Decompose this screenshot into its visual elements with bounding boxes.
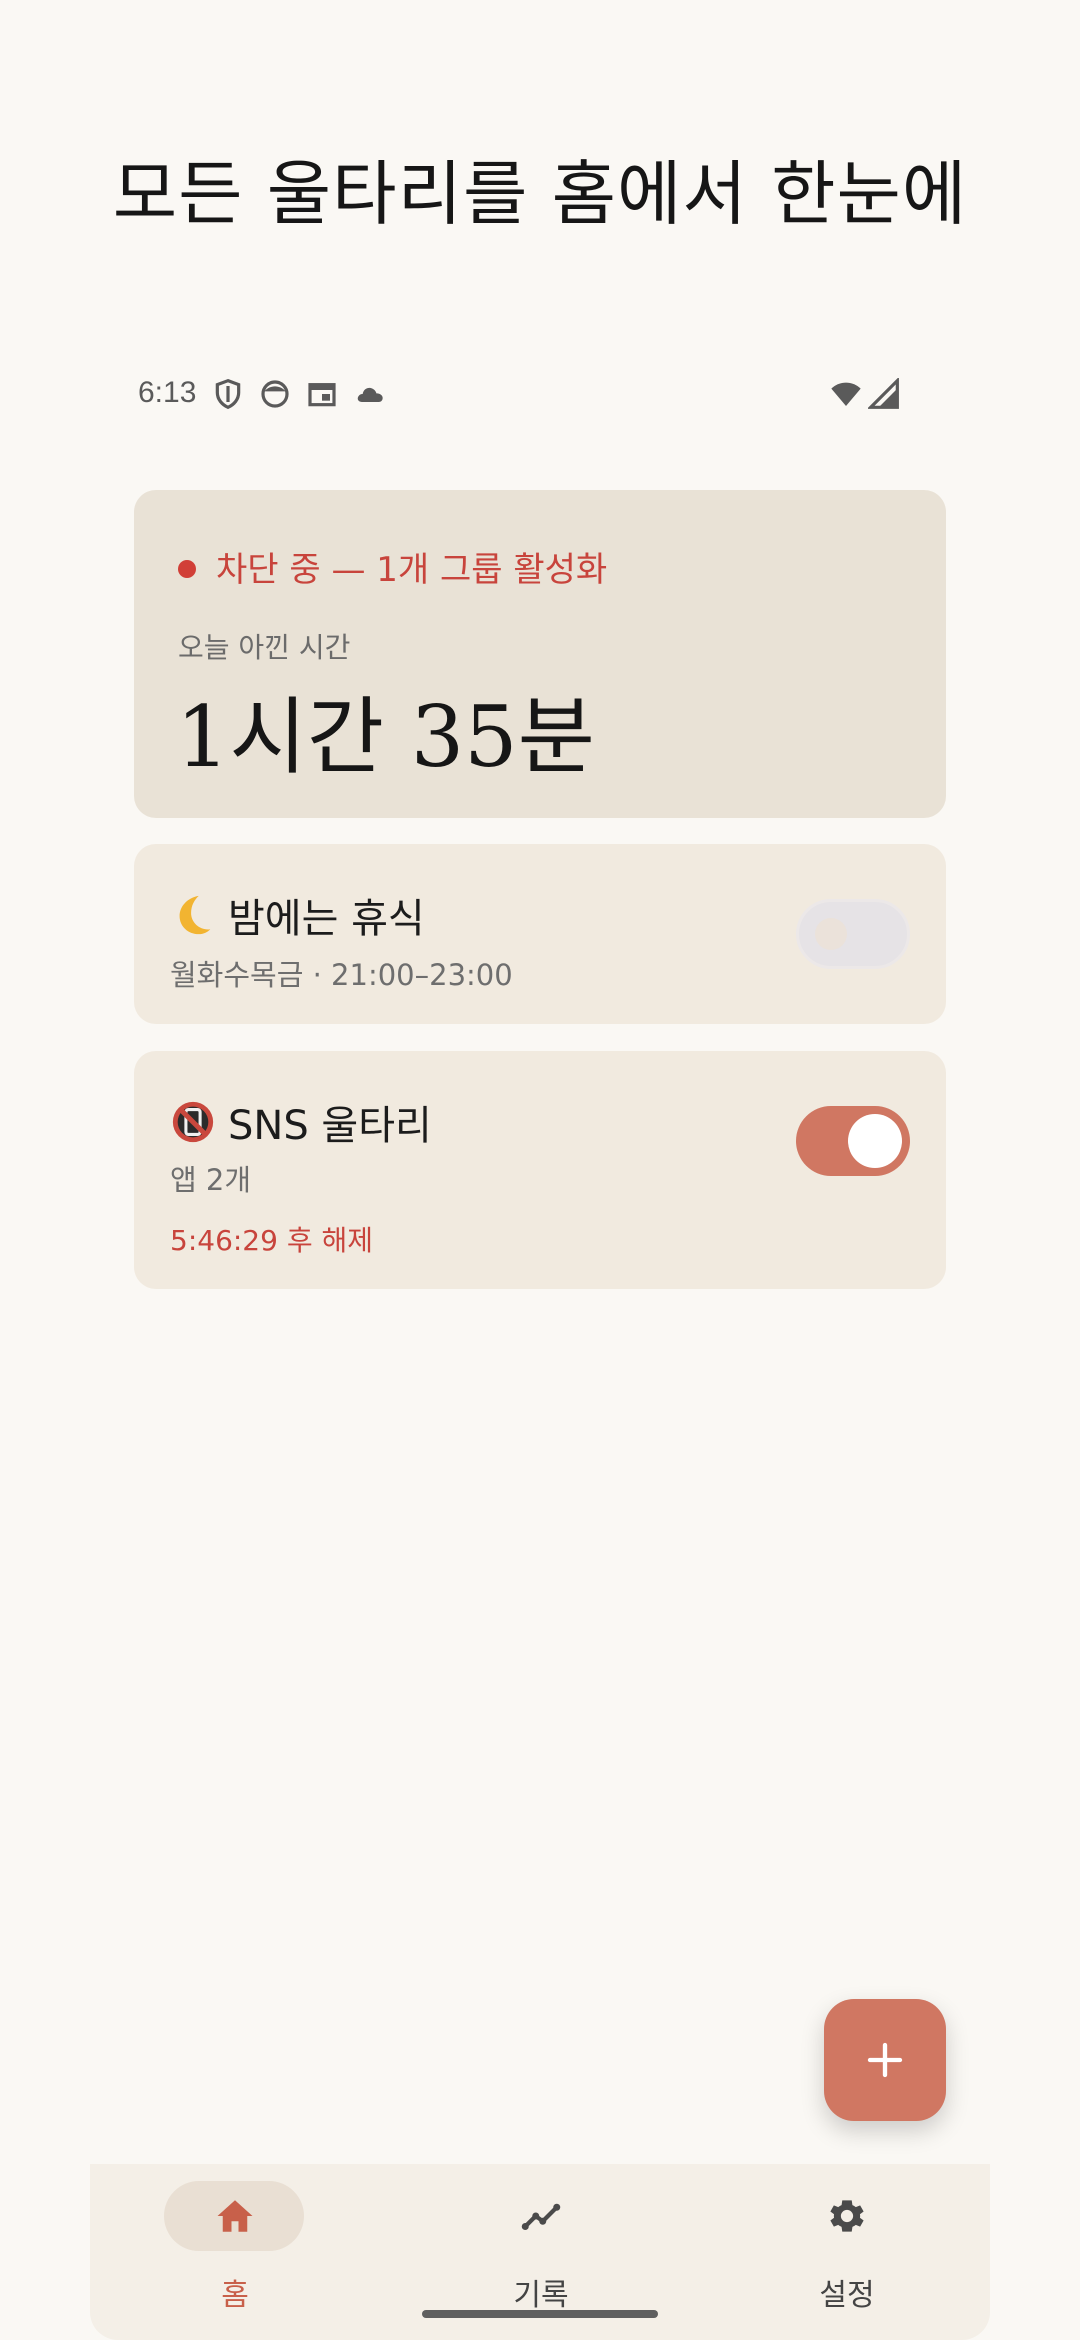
- group-app-count: 앱 2개: [170, 1163, 252, 1197]
- toggle-knob: [848, 1114, 902, 1168]
- signal-icon: [868, 378, 900, 410]
- group-toggle[interactable]: [796, 1106, 910, 1176]
- blocking-status: 차단 중 — 1개 그룹 활성화: [178, 542, 607, 591]
- calendar-icon: [306, 378, 338, 410]
- nav-item-home[interactable]: 홈: [90, 2164, 390, 2340]
- nav-label: 설정: [819, 2278, 875, 2313]
- cloud-icon: [354, 378, 386, 410]
- saved-time-label: 오늘 아낀 시간: [178, 631, 351, 664]
- group-title: SNS 울타리: [228, 1103, 432, 1149]
- nav-item-settings[interactable]: 설정: [702, 2164, 1002, 2340]
- status-time: 6:13: [138, 376, 197, 409]
- group-title-row: 밤에는 휴식: [170, 886, 425, 944]
- status-dot: [178, 559, 196, 578]
- toggle-knob: [815, 918, 847, 950]
- face-icon: [259, 378, 291, 410]
- crescent-moon-icon: [170, 892, 216, 938]
- shield-icon: [212, 378, 244, 410]
- saved-time-value: 1시간 35분: [176, 688, 595, 786]
- group-card-sns[interactable]: SNS 울타리 앱 2개 5:46:29 후 해제: [134, 1051, 946, 1289]
- nav-label: 홈: [221, 2278, 249, 2313]
- trend-line-icon: [520, 2195, 562, 2237]
- group-title: 밤에는 휴식: [228, 896, 425, 942]
- headline: 모든 울타리를 홈에서 한눈에: [112, 153, 968, 235]
- group-title-row: SNS 울타리: [170, 1093, 432, 1151]
- add-group-button[interactable]: [824, 1999, 946, 2121]
- plus-icon: [865, 2040, 905, 2080]
- summary-card: 차단 중 — 1개 그룹 활성화 오늘 아낀 시간 1시간 35분: [134, 490, 946, 818]
- group-schedule: 월화수목금 · 21:00–23:00: [170, 958, 513, 992]
- group-toggle[interactable]: [796, 899, 910, 969]
- nav-label: 기록: [513, 2278, 569, 2313]
- group-card-night-rest[interactable]: 밤에는 휴식 월화수목금 · 21:00–23:00: [134, 844, 946, 1024]
- wifi-icon: [830, 378, 862, 410]
- blocking-status-text: 차단 중 — 1개 그룹 활성화: [216, 550, 608, 590]
- no-mobile-phone-icon: [170, 1099, 216, 1145]
- gear-icon: [826, 2195, 868, 2237]
- group-countdown: 5:46:29 후 해제: [170, 1224, 374, 1257]
- home-indicator[interactable]: [422, 2310, 658, 2318]
- status-bar: 6:13: [138, 372, 900, 418]
- home-icon: [214, 2195, 256, 2237]
